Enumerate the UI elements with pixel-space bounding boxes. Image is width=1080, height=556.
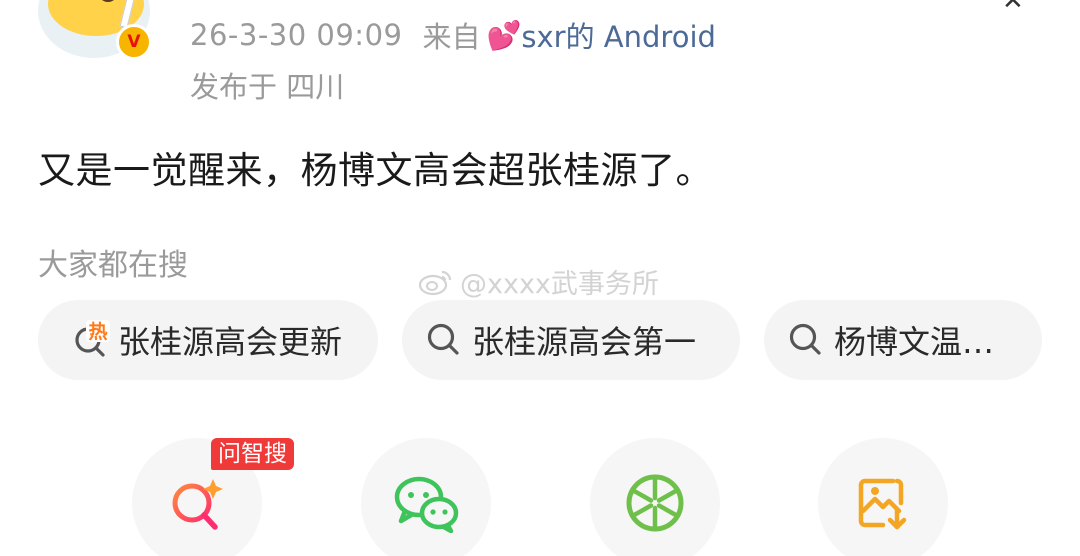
- close-icon[interactable]: ✕: [1002, 0, 1024, 16]
- hot-search-icon: 热: [75, 320, 110, 357]
- moments-icon: [626, 474, 684, 532]
- share-wechat-button[interactable]: [361, 438, 491, 556]
- verified-badge-icon: V: [116, 24, 152, 60]
- save-image-button[interactable]: [818, 438, 948, 556]
- weibo-logo-icon: [418, 270, 452, 295]
- hot-mark: 热: [88, 320, 107, 343]
- search-section-title: 大家都在搜: [38, 248, 188, 283]
- ai-search-icon: [172, 479, 223, 530]
- search-chip[interactable]: 杨博文温…: [764, 300, 1042, 380]
- post-source[interactable]: sxr的 Android: [521, 14, 716, 56]
- chip-label: 杨博文温…: [834, 323, 995, 361]
- save-image-icon: [858, 478, 907, 530]
- post-text: 又是一觉醒来，杨博文高会超张桂源了。: [38, 149, 713, 192]
- wechat-icon: [394, 476, 459, 533]
- post-date: 26-3-30 09:09: [190, 18, 403, 52]
- search-chip[interactable]: 张桂源高会第一: [402, 300, 740, 380]
- search-icon: [427, 323, 459, 355]
- search-icon: [789, 323, 821, 355]
- post-meta: 26-3-30 09:09 来自 💕 sxr的 Android: [190, 14, 716, 56]
- share-moments-button[interactable]: [590, 438, 720, 556]
- ai-search-badge: 问智搜: [211, 438, 294, 470]
- heart-icon: 💕: [486, 18, 522, 52]
- chip-label: 张桂源高会更新: [118, 323, 343, 361]
- from-label: 来自: [422, 20, 481, 54]
- post-location: 发布于 四川: [190, 70, 345, 104]
- watermark: @xxxx武事务所: [418, 262, 659, 301]
- search-chip[interactable]: 热 张桂源高会更新: [38, 300, 378, 380]
- chip-label: 张桂源高会第一: [472, 323, 697, 361]
